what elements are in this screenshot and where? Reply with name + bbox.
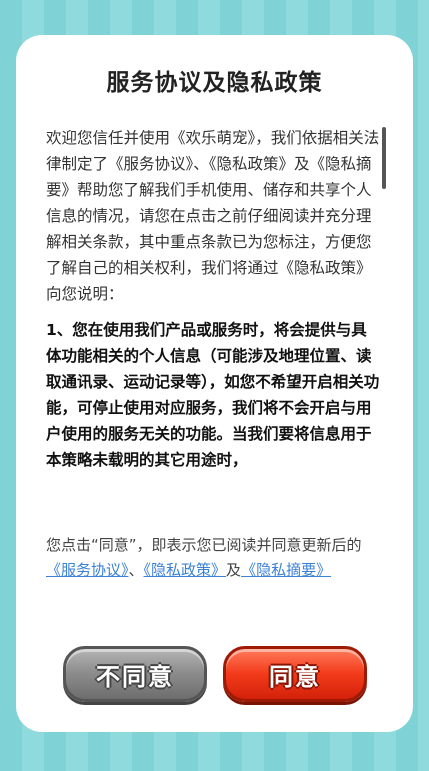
agreement-paragraph: 1、您在使用我们产品或服务时，将会提供与具体功能相关的个人信息（可能涉及地理位置… <box>46 321 380 469</box>
disagree-button[interactable]: 不同意 <box>63 646 207 702</box>
privacy-policy-link[interactable]: 《隐私政策》 <box>144 561 227 579</box>
privacy-dialog: 服务协议及隐私政策 欢迎您信任并使用《欢乐萌宠》，我们依据相关法律制定了《服务协… <box>16 35 413 732</box>
privacy-summary-link[interactable]: 《隐私摘要》 <box>241 561 331 579</box>
dialog-title: 服务协议及隐私政策 <box>106 70 323 96</box>
service-agreement-link[interactable]: 《服务协议》 <box>46 561 129 579</box>
consent-separator: 及 <box>226 561 242 579</box>
consent-separator: 、 <box>128 561 144 579</box>
agreement-scroll-area[interactable]: 欢迎您信任并使用《欢乐萌宠》，我们依据相关法律制定了《服务协议》、《隐私政策》及… <box>46 125 382 533</box>
consent-text: 您点击“同意”，即表示您已阅读并同意更新后的《服务协议》、《隐私政策》及《隐私摘… <box>46 533 382 583</box>
consent-prefix: 您点击“同意”，即表示您已阅读并同意更新后的 <box>46 536 362 554</box>
scrollbar-thumb[interactable] <box>382 127 386 189</box>
agreement-paragraph: 欢迎您信任并使用《欢乐萌宠》，我们依据相关法律制定了《服务协议》、《隐私政策》及… <box>46 129 380 303</box>
scrollbar[interactable] <box>382 127 386 531</box>
agree-button[interactable]: 同意 <box>223 646 367 702</box>
